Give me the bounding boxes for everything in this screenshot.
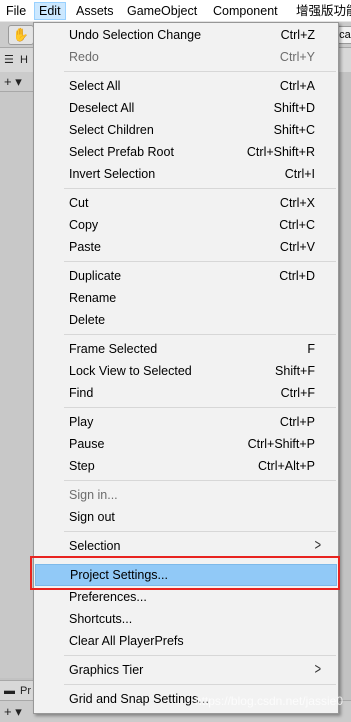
menu-separator (64, 407, 336, 408)
menu-item-frame-selected[interactable]: Frame Selected F (35, 338, 337, 360)
menu-item-duplicate[interactable]: Duplicate Ctrl+D (35, 265, 337, 287)
menu-item-pause[interactable]: Pause Ctrl+Shift+P (35, 433, 337, 455)
menu-item-play[interactable]: Play Ctrl+P (35, 411, 337, 433)
menu-separator (64, 684, 336, 685)
menu-item-cut[interactable]: Cut Ctrl+X (35, 192, 337, 214)
menu-item-graphics-tier[interactable]: Graphics Tier > (35, 659, 337, 681)
menu-item-delete[interactable]: Delete (35, 309, 337, 331)
project-tab[interactable]: ▬ Pr (0, 680, 34, 700)
menu-item-lock-view[interactable]: Lock View to Selected Shift+F (35, 360, 337, 382)
menu-item-deselect-all[interactable]: Deselect All Shift+D (35, 97, 337, 119)
hierarchy-icon: ☰ (4, 54, 14, 66)
menu-item-invert-selection[interactable]: Invert Selection Ctrl+I (35, 163, 337, 185)
hierarchy-add-button[interactable]: + ▾ (4, 75, 22, 89)
menu-item-sign-in[interactable]: Sign in... (35, 484, 337, 506)
hand-tool-button[interactable]: ✋ (8, 25, 34, 45)
menu-item-grid-snap-settings[interactable]: Grid and Snap Settings... (35, 688, 337, 710)
menu-item-selection[interactable]: Selection > (35, 535, 337, 557)
menu-item-rename[interactable]: Rename (35, 287, 337, 309)
menu-item-clear-playerprefs[interactable]: Clear All PlayerPrefs (35, 630, 337, 652)
menu-enhanced-features[interactable]: 增强版功能 (296, 2, 351, 20)
menu-item-redo[interactable]: Redo Ctrl+Y (35, 46, 337, 68)
project-add-button[interactable]: + ▾ (4, 705, 22, 719)
menu-item-undo[interactable]: Undo Selection Change Ctrl+Z (35, 24, 337, 46)
menu-bar: File Edit Assets GameObject Component 增强… (0, 0, 351, 22)
menu-item-shortcuts[interactable]: Shortcuts... (35, 608, 337, 630)
menu-separator (64, 655, 336, 656)
menu-item-select-prefab-root[interactable]: Select Prefab Root Ctrl+Shift+R (35, 141, 337, 163)
menu-item-select-children[interactable]: Select Children Shift+C (35, 119, 337, 141)
menu-file[interactable]: File (6, 2, 26, 20)
menu-item-copy[interactable]: Copy Ctrl+C (35, 214, 337, 236)
menu-item-select-all[interactable]: Select All Ctrl+A (35, 75, 337, 97)
menu-item-step[interactable]: Step Ctrl+Alt+P (35, 455, 337, 477)
menu-separator (64, 480, 336, 481)
scene-tab[interactable] (339, 48, 351, 72)
chevron-right-icon: > (314, 537, 321, 555)
edit-menu: Undo Selection Change Ctrl+Z Redo Ctrl+Y… (33, 22, 339, 714)
menu-edit[interactable]: Edit (34, 2, 66, 20)
menu-item-sign-out[interactable]: Sign out (35, 506, 337, 528)
menu-component[interactable]: Component (213, 2, 278, 20)
menu-separator (64, 261, 336, 262)
menu-gameobject[interactable]: GameObject (127, 2, 197, 20)
hierarchy-tab[interactable]: ☰ H (0, 48, 34, 72)
menu-item-preferences[interactable]: Preferences... (35, 586, 337, 608)
menu-item-project-settings[interactable]: Project Settings... (35, 564, 337, 586)
menu-separator (64, 334, 336, 335)
chevron-right-icon: > (314, 661, 321, 679)
hand-icon: ✋ (12, 27, 30, 42)
menu-separator (64, 188, 336, 189)
hierarchy-panel (0, 92, 34, 678)
folder-icon: ▬ (4, 685, 15, 697)
hierarchy-toolbar: + ▾ (0, 72, 34, 92)
menu-item-find[interactable]: Find Ctrl+F (35, 382, 337, 404)
menu-assets[interactable]: Assets (76, 2, 114, 20)
menu-separator (64, 531, 336, 532)
menu-item-paste[interactable]: Paste Ctrl+V (35, 236, 337, 258)
menu-separator (64, 71, 336, 72)
